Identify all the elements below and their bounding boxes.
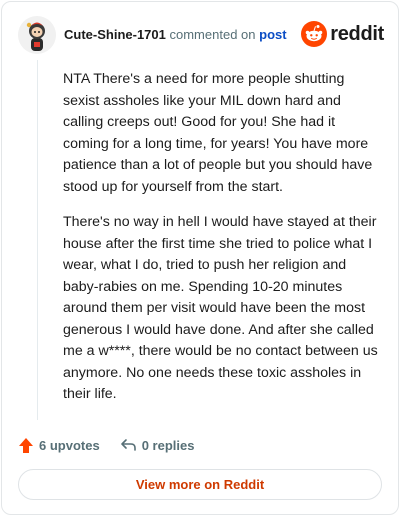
replies-action[interactable]: 0 replies bbox=[120, 437, 195, 453]
comment-body: NTA There's a need for more people shutt… bbox=[63, 69, 381, 420]
comment-actions: 6 upvotes 0 replies bbox=[18, 434, 194, 456]
comment-paragraph-1: NTA There's a need for more people shutt… bbox=[63, 71, 373, 195]
view-more-button[interactable]: View more on Reddit bbox=[18, 469, 382, 500]
comment-meta: Cute-Shine-1701 commented on post bbox=[64, 27, 287, 43]
upvote-arrow-icon bbox=[19, 437, 33, 453]
thread-line bbox=[37, 60, 38, 420]
comment-header: Cute-Shine-1701 commented on post reddit bbox=[18, 16, 384, 56]
reply-arrow-icon bbox=[120, 439, 136, 451]
comment-embed-card: Cute-Shine-1701 commented on post reddit… bbox=[1, 1, 399, 515]
commented-on-text: commented on bbox=[169, 27, 256, 42]
user-avatar[interactable] bbox=[18, 16, 56, 54]
avatar-image bbox=[18, 16, 56, 54]
comment-paragraph-2: There's no way in hell I would have stay… bbox=[63, 214, 378, 402]
reddit-snoo-icon bbox=[301, 21, 328, 47]
upvotes-label: 6 upvotes bbox=[39, 437, 100, 453]
upvotes-action[interactable]: 6 upvotes bbox=[18, 437, 100, 454]
reddit-wordmark: reddit bbox=[330, 22, 384, 45]
username-link[interactable]: Cute-Shine-1701 bbox=[64, 27, 166, 42]
post-link[interactable]: post bbox=[259, 27, 286, 42]
reddit-logo[interactable]: reddit bbox=[301, 21, 384, 47]
replies-label: 0 replies bbox=[141, 437, 195, 453]
